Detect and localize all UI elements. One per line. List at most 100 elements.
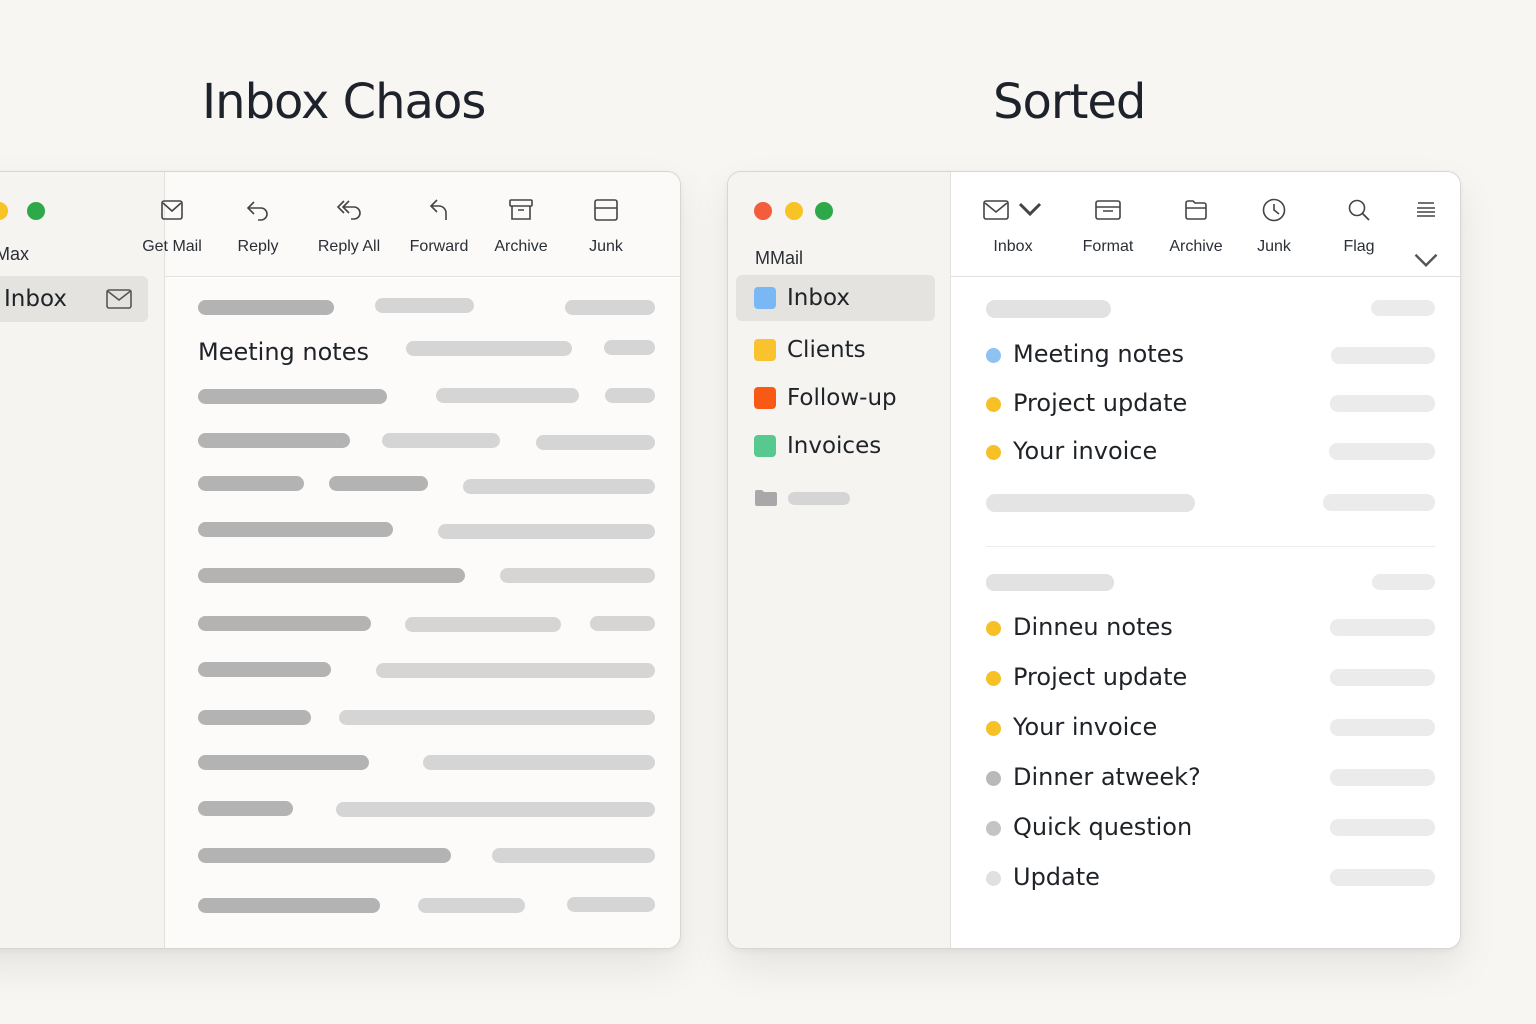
placeholder-line: [198, 389, 387, 404]
reply-all-icon: [336, 200, 361, 220]
sorted-panel-title: Sorted: [993, 74, 1146, 130]
sidebar-item-label: Inbox: [4, 286, 67, 312]
mail-sidebar: MMail Inbox Clients Follow-up Invoices: [728, 172, 951, 948]
folder-icon: [755, 490, 777, 506]
sidebar-item-inbox[interactable]: Inbox: [0, 276, 148, 322]
placeholder-line: [605, 388, 655, 403]
search-icon: [1348, 199, 1370, 221]
message-subject[interactable]: Dinner atweek?: [1013, 763, 1201, 791]
group-divider: [986, 546, 1435, 547]
sidebar-item-label: Invoices: [787, 433, 882, 459]
category-dot: [986, 671, 1001, 686]
placeholder-line: [492, 848, 655, 863]
message-subject[interactable]: Update: [1013, 863, 1100, 891]
placeholder-line: [198, 616, 371, 631]
group-header-placeholder: [986, 300, 1111, 318]
chaotic-message-list: Meeting notes: [165, 278, 680, 948]
placeholder-line: [1330, 619, 1435, 636]
placeholder-line: [436, 388, 579, 403]
lines-menu-icon: [1417, 202, 1435, 217]
category-dot: [986, 397, 1001, 412]
close-window-button[interactable]: [754, 202, 772, 220]
forward-button[interactable]: Forward: [393, 196, 485, 256]
message-subject[interactable]: Your invoice: [1013, 713, 1157, 741]
message-subject[interactable]: Your invoice: [1013, 437, 1157, 465]
placeholder-line: [1372, 574, 1435, 590]
placeholder-line: [565, 300, 655, 315]
placeholder-line: [382, 433, 500, 448]
chaos-panel-title: Inbox Chaos: [202, 74, 486, 130]
placeholder-line: [198, 848, 451, 863]
mailbox-color-swatch: [754, 287, 776, 309]
message-subject[interactable]: Meeting notes: [198, 338, 369, 366]
placeholder-line: [405, 617, 561, 632]
message-subject[interactable]: Project update: [1013, 389, 1187, 417]
placeholder-line: [1330, 669, 1435, 686]
category-dot: [986, 445, 1001, 460]
placeholder-line: [198, 568, 465, 583]
placeholder-line: [376, 663, 655, 678]
reply-button[interactable]: Reply: [212, 196, 304, 256]
group-header-placeholder: [986, 574, 1114, 591]
account-name: Max: [0, 244, 30, 264]
placeholder-line: [198, 801, 293, 816]
category-dot: [986, 871, 1001, 886]
placeholder-line: [604, 340, 655, 355]
placeholder-line: [418, 898, 525, 913]
mailbox-color-swatch: [754, 339, 776, 361]
sidebar-item-label: Follow-up: [787, 385, 897, 411]
inbox-button[interactable]: Inbox: [967, 196, 1059, 256]
placeholder-line: [1323, 494, 1435, 511]
chaos-mail-window: Max Inbox Get Mail Reply Reply All: [0, 171, 681, 949]
sidebar-item-folder[interactable]: [736, 475, 935, 521]
sidebar-item-invoices[interactable]: Invoices: [736, 423, 935, 469]
category-dot: [986, 348, 1001, 363]
category-dot: [986, 821, 1001, 836]
placeholder-line: [463, 479, 655, 494]
message-subject[interactable]: Quick question: [1013, 813, 1192, 841]
inbox-envelope-icon: [983, 200, 1009, 220]
reply-all-button[interactable]: Reply All: [303, 196, 395, 256]
placeholder-line: [198, 898, 380, 913]
placeholder-line: [536, 435, 655, 450]
reply-icon: [246, 201, 268, 221]
placeholder-line: [1331, 347, 1435, 364]
sidebar-item-clients[interactable]: Clients: [736, 327, 935, 373]
minimize-window-button[interactable]: [785, 202, 803, 220]
sidebar-item-inbox[interactable]: Inbox: [736, 275, 935, 321]
chevron-down-icon: [1018, 202, 1042, 217]
placeholder-line: [1330, 869, 1435, 886]
mail-sidebar: Max Inbox: [0, 172, 165, 948]
overflow-menu-button[interactable]: [1381, 196, 1460, 274]
get-mail-icon: [161, 200, 183, 220]
placeholder-line: [1330, 819, 1435, 836]
placeholder-line: [500, 568, 655, 583]
get-mail-button[interactable]: Get Mail: [126, 196, 218, 256]
placeholder-line: [423, 755, 655, 770]
placeholder-line: [198, 755, 369, 770]
sidebar-item-label: Clients: [787, 337, 866, 363]
category-dot: [986, 621, 1001, 636]
junk-button[interactable]: Junk: [1228, 196, 1320, 256]
format-button[interactable]: Format: [1062, 196, 1154, 256]
clock-icon: [1262, 198, 1286, 222]
zoom-window-button[interactable]: [815, 202, 833, 220]
sidebar-item-follow-up[interactable]: Follow-up: [736, 375, 935, 421]
placeholder-line: [788, 491, 850, 505]
message-subject[interactable]: Dinneu notes: [1013, 613, 1173, 641]
zoom-window-button[interactable]: [27, 202, 45, 220]
junk-tray-icon: [594, 199, 618, 221]
junk-button[interactable]: Junk: [560, 196, 652, 256]
minimize-window-button[interactable]: [0, 202, 8, 220]
placeholder-line: [329, 476, 428, 491]
placeholder-line: [406, 341, 572, 356]
mail-toolbar: Get Mail Reply Reply All Forward Archive…: [142, 172, 680, 277]
sorted-message-list: Meeting notes Project update Your invoic…: [951, 278, 1460, 948]
archive-button[interactable]: Archive: [475, 196, 567, 256]
message-subject[interactable]: Meeting notes: [1013, 340, 1184, 368]
message-subject[interactable]: Project update: [1013, 663, 1187, 691]
placeholder-line: [1330, 719, 1435, 736]
placeholder-line: [438, 524, 655, 539]
placeholder-line: [198, 662, 331, 677]
chevron-down-icon: [1414, 253, 1438, 267]
